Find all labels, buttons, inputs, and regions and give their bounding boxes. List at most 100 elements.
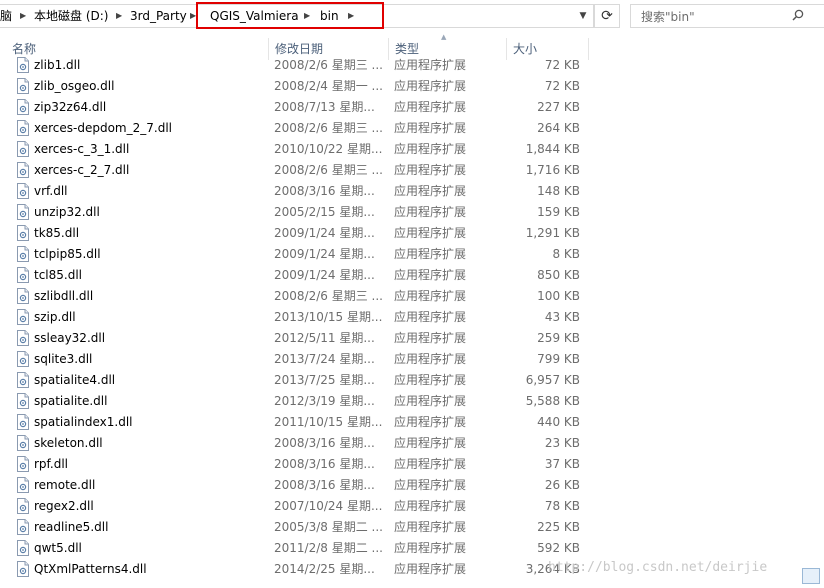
breadcrumb-item-drive-d[interactable]: 本地磁盘 (D:) bbox=[34, 5, 108, 27]
table-row[interactable]: vrf.dll 2008/3/16 星期... 应用程序扩展 148 KB bbox=[0, 181, 824, 202]
file-type: 应用程序扩展 bbox=[394, 310, 467, 324]
address-bar[interactable]: 脑 ▶ 本地磁盘 (D:) ▶ 3rd_Party ▶ QGIS_Valmier… bbox=[0, 4, 594, 28]
file-modified-date: 2013/10/15 星期... bbox=[274, 310, 383, 324]
file-modified-date: 2008/7/13 星期... bbox=[274, 100, 375, 114]
dll-file-icon bbox=[17, 309, 29, 325]
table-row[interactable]: spatialindex1.dll 2011/10/15 星期... 应用程序扩展 4… bbox=[0, 412, 824, 433]
file-size: 78 KB bbox=[544, 499, 580, 513]
table-row[interactable]: tk85.dll 2009/1/24 星期... 应用程序扩展 1,291 KB bbox=[0, 223, 824, 244]
table-row[interactable]: sqlite3.dll 2013/7/24 星期... 应用程序扩展 799 KB bbox=[0, 349, 824, 370]
file-name: xerces-c_3_1.dll bbox=[34, 142, 130, 156]
table-row[interactable]: regex2.dll 2007/10/24 星期... 应用程序扩展 78 KB bbox=[0, 496, 824, 517]
file-name: qwt5.dll bbox=[34, 541, 82, 555]
search-icon[interactable] bbox=[792, 9, 804, 21]
file-modified-date: 2011/10/15 星期... bbox=[274, 415, 383, 429]
file-name: xerces-c_2_7.dll bbox=[34, 163, 130, 177]
table-row[interactable]: unzip32.dll 2005/2/15 星期... 应用程序扩展 159 KB bbox=[0, 202, 824, 223]
file-name: rpf.dll bbox=[34, 457, 69, 471]
file-name: vrf.dll bbox=[34, 184, 68, 198]
file-type: 应用程序扩展 bbox=[394, 373, 467, 387]
breadcrumb-separator-icon[interactable]: ▶ bbox=[20, 5, 26, 27]
file-modified-date: 2009/1/24 星期... bbox=[274, 247, 375, 261]
file-size: 440 KB bbox=[537, 415, 580, 429]
refresh-icon: ⟳ bbox=[601, 8, 613, 24]
table-row[interactable]: xerces-c_2_7.dll 2008/2/6 星期三 ... 应用程序扩展 1,… bbox=[0, 160, 824, 181]
file-size: 5,588 KB bbox=[525, 394, 580, 408]
file-type: 应用程序扩展 bbox=[394, 541, 467, 555]
file-size: 37 KB bbox=[544, 457, 580, 471]
file-modified-date: 2008/2/6 星期三 ... bbox=[274, 58, 383, 72]
file-type: 应用程序扩展 bbox=[394, 289, 467, 303]
address-history-chevron-down-icon[interactable]: ▼ bbox=[575, 5, 591, 27]
file-modified-date: 2008/3/16 星期... bbox=[274, 457, 375, 471]
table-row[interactable]: qwt5.dll 2011/2/8 星期二 ... 应用程序扩展 592 KB bbox=[0, 538, 824, 559]
table-row[interactable]: skeleton.dll 2008/3/16 星期... 应用程序扩展 23 KB bbox=[0, 433, 824, 454]
breadcrumb-separator-icon[interactable]: ▶ bbox=[304, 5, 310, 27]
refresh-button[interactable]: ⟳ bbox=[594, 4, 620, 28]
dll-file-icon bbox=[17, 225, 29, 241]
file-modified-date: 2005/3/8 星期二 ... bbox=[274, 520, 383, 534]
file-list[interactable]: zlib1.dll 2008/2/6 星期三 ... 应用程序扩展 72 KB zlib… bbox=[0, 55, 824, 588]
dll-file-icon bbox=[17, 351, 29, 367]
dll-file-icon bbox=[17, 141, 29, 157]
file-name: tclpip85.dll bbox=[34, 247, 101, 261]
breadcrumb-item-3rd-party[interactable]: 3rd_Party bbox=[130, 5, 187, 27]
breadcrumb-separator-icon[interactable]: ▶ bbox=[190, 5, 196, 27]
file-size: 227 KB bbox=[537, 100, 580, 114]
file-name: QtXmlPatterns4.dll bbox=[34, 562, 147, 576]
file-size: 148 KB bbox=[537, 184, 580, 198]
breadcrumb-separator-icon[interactable]: ▶ bbox=[348, 5, 354, 27]
dll-file-icon bbox=[17, 372, 29, 388]
file-size: 43 KB bbox=[544, 310, 580, 324]
file-name: sqlite3.dll bbox=[34, 352, 93, 366]
table-row[interactable]: szip.dll 2013/10/15 星期... 应用程序扩展 43 KB bbox=[0, 307, 824, 328]
file-type: 应用程序扩展 bbox=[394, 457, 467, 471]
file-name: zlib_osgeo.dll bbox=[34, 79, 115, 93]
file-name: xerces-depdom_2_7.dll bbox=[34, 121, 172, 135]
file-type: 应用程序扩展 bbox=[394, 184, 467, 198]
breadcrumb-item-qgis-valmiera[interactable]: QGIS_Valmiera bbox=[210, 5, 299, 27]
table-row[interactable]: rpf.dll 2008/3/16 星期... 应用程序扩展 37 KB bbox=[0, 454, 824, 475]
table-row[interactable]: xerces-c_3_1.dll 2010/10/22 星期... 应用程序扩展 1,… bbox=[0, 139, 824, 160]
table-row[interactable]: tclpip85.dll 2009/1/24 星期... 应用程序扩展 8 KB bbox=[0, 244, 824, 265]
file-name: tk85.dll bbox=[34, 226, 80, 240]
file-type: 应用程序扩展 bbox=[394, 268, 467, 282]
file-size: 264 KB bbox=[537, 121, 580, 135]
table-row[interactable]: tcl85.dll 2009/1/24 星期... 应用程序扩展 850 KB bbox=[0, 265, 824, 286]
table-row[interactable]: szlibdll.dll 2008/2/6 星期三 ... 应用程序扩展 100 KB bbox=[0, 286, 824, 307]
file-modified-date: 2005/2/15 星期... bbox=[274, 205, 375, 219]
file-name: spatialindex1.dll bbox=[34, 415, 133, 429]
table-row[interactable]: ssleay32.dll 2012/5/11 星期... 应用程序扩展 259 KB bbox=[0, 328, 824, 349]
file-icon bbox=[802, 568, 820, 584]
file-size: 225 KB bbox=[537, 520, 580, 534]
file-type: 应用程序扩展 bbox=[394, 562, 467, 576]
table-row[interactable]: xerces-depdom_2_7.dll 2008/2/6 星期三 ... 应用程… bbox=[0, 118, 824, 139]
table-row[interactable]: readline5.dll 2005/3/8 星期二 ... 应用程序扩展 225 K… bbox=[0, 517, 824, 538]
file-name: remote.dll bbox=[34, 478, 96, 492]
table-row[interactable]: remote.dll 2008/3/16 星期... 应用程序扩展 26 KB bbox=[0, 475, 824, 496]
breadcrumb-separator-icon[interactable]: ▶ bbox=[116, 5, 122, 27]
dll-file-icon bbox=[17, 540, 29, 556]
file-type: 应用程序扩展 bbox=[394, 58, 467, 72]
dll-file-icon bbox=[17, 393, 29, 409]
dll-file-icon bbox=[17, 120, 29, 136]
breadcrumb-item-bin[interactable]: bin bbox=[320, 5, 339, 27]
file-type: 应用程序扩展 bbox=[394, 79, 467, 93]
breadcrumb-item-computer[interactable]: 脑 bbox=[0, 5, 12, 27]
file-name: szlibdll.dll bbox=[34, 289, 94, 303]
file-modified-date: 2008/2/4 星期一 ... bbox=[274, 79, 383, 93]
file-name: zip32z64.dll bbox=[34, 100, 107, 114]
file-size: 259 KB bbox=[537, 331, 580, 345]
dll-file-icon bbox=[17, 435, 29, 451]
dll-file-icon bbox=[17, 162, 29, 178]
search-input[interactable] bbox=[639, 8, 793, 26]
file-modified-date: 2013/7/24 星期... bbox=[274, 352, 375, 366]
table-row[interactable]: spatialite.dll 2012/3/19 星期... 应用程序扩展 5,588… bbox=[0, 391, 824, 412]
file-type: 应用程序扩展 bbox=[394, 352, 467, 366]
table-row[interactable]: spatialite4.dll 2013/7/25 星期... 应用程序扩展 6,95… bbox=[0, 370, 824, 391]
dll-file-icon bbox=[17, 330, 29, 346]
table-row[interactable]: zlib1.dll 2008/2/6 星期三 ... 应用程序扩展 72 KB bbox=[0, 55, 824, 76]
table-row[interactable]: zlib_osgeo.dll 2008/2/4 星期一 ... 应用程序扩展 72 K… bbox=[0, 76, 824, 97]
table-row[interactable]: zip32z64.dll 2008/7/13 星期... 应用程序扩展 227 KB bbox=[0, 97, 824, 118]
dll-file-icon bbox=[17, 57, 29, 73]
